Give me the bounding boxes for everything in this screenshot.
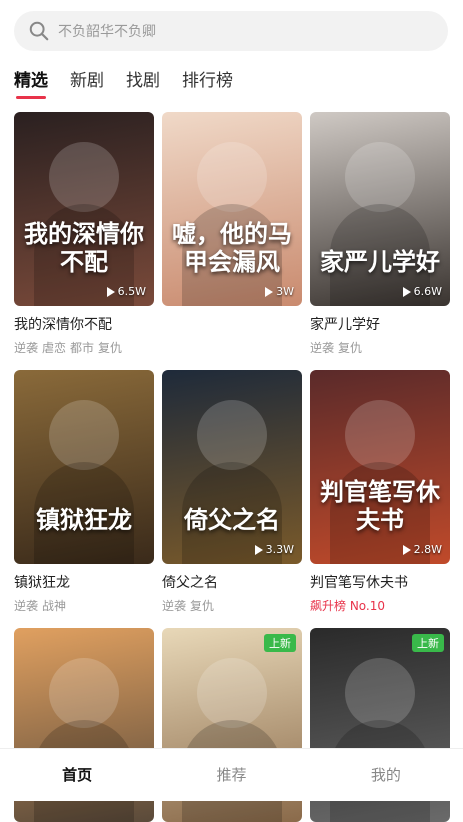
poster-title-art: 嘘，他的马甲会漏风 [172, 219, 292, 276]
genre-tag: 逆袭 [162, 599, 187, 613]
play-icon [265, 286, 274, 297]
search-bar[interactable]: 不负韶华不负卿 [14, 11, 448, 51]
genre-tag: 逆袭 [14, 599, 39, 613]
genre-tag: 都市 [70, 341, 95, 355]
genre-tag: 虐恋 [42, 341, 67, 355]
view-count: 3W [265, 285, 294, 298]
genre-tag: 战神 [42, 599, 67, 613]
view-count: 2.8W [402, 543, 442, 556]
play-icon [254, 544, 263, 555]
view-count: 6.6W [402, 285, 442, 298]
drama-tags: 逆袭 复仇 [162, 597, 302, 614]
drama-tags: 逆袭 虐恋 都市 复仇 [14, 339, 154, 356]
drama-card[interactable]: 我的深情你不配 6.5W 我的深情你不配 逆袭 虐恋 都市 复仇 [14, 112, 154, 356]
nav-recommend[interactable]: 推荐 [154, 749, 308, 801]
category-tabs: 精选 新剧 找剧 排行榜 [14, 66, 233, 99]
poster-figure [345, 142, 415, 212]
genre-tag: 复仇 [98, 341, 123, 355]
drama-title[interactable]: 倚父之名 [162, 572, 302, 592]
play-icon [106, 286, 115, 297]
view-count-text: 3W [276, 285, 294, 298]
genre-tag: 逆袭 [14, 341, 39, 355]
view-count-text: 6.6W [413, 285, 442, 298]
poster-figure [197, 142, 267, 212]
poster-title-art: 镇狱狂龙 [36, 505, 132, 534]
search-placeholder: 不负韶华不负卿 [58, 24, 156, 40]
poster-title-art: 倚父之名 [184, 505, 280, 534]
poster-figure [49, 142, 119, 212]
new-badge: 上新 [412, 634, 444, 652]
play-icon [402, 544, 411, 555]
drama-poster[interactable]: 倚父之名 3.3W [162, 370, 302, 564]
view-count: 3.3W [254, 543, 294, 556]
tab-new[interactable]: 新剧 [70, 66, 104, 99]
view-count-text: 6.5W [117, 285, 146, 298]
drama-tags: 逆袭 战神 [14, 597, 154, 614]
drama-poster[interactable]: 判官笔写休夫书 2.8W [310, 370, 450, 564]
drama-card[interactable]: 家严儿学好 6.6W 家严儿学好逆袭 复仇 [310, 112, 450, 356]
poster-title-art: 我的深情你不配 [24, 219, 144, 276]
drama-title[interactable]: 我的深情你不配 [14, 314, 154, 334]
play-icon [402, 286, 411, 297]
poster-figure [345, 400, 415, 470]
drama-poster[interactable]: 镇狱狂龙 [14, 370, 154, 564]
poster-figure [49, 400, 119, 470]
poster-title-art: 家严儿学好 [320, 247, 440, 276]
poster-title-art: 判官笔写休夫书 [320, 477, 440, 534]
drama-poster[interactable]: 我的深情你不配 6.5W [14, 112, 154, 306]
drama-poster[interactable]: 嘘，他的马甲会漏风 3W [162, 112, 302, 306]
tab-find[interactable]: 找剧 [126, 66, 160, 99]
poster-figure [345, 658, 415, 728]
drama-card[interactable]: 倚父之名 3.3W 倚父之名逆袭 复仇 [162, 370, 302, 614]
drama-card[interactable]: 嘘，他的马甲会漏风 3W [162, 112, 302, 306]
genre-tag: 逆袭 [310, 341, 335, 355]
drama-poster[interactable]: 家严儿学好 6.6W [310, 112, 450, 306]
drama-title[interactable]: 镇狱狂龙 [14, 572, 154, 592]
rank-label: 飙升榜 No.10 [310, 599, 386, 613]
drama-title[interactable]: 家严儿学好 [310, 314, 450, 334]
drama-tags: 逆袭 复仇 [310, 339, 450, 356]
new-badge: 上新 [264, 634, 296, 652]
tab-featured[interactable]: 精选 [14, 66, 48, 99]
poster-figure [197, 658, 267, 728]
bottom-nav: 首页 推荐 我的 [0, 748, 463, 801]
view-count-text: 2.8W [413, 543, 442, 556]
genre-tag: 复仇 [190, 599, 215, 613]
tab-ranking[interactable]: 排行榜 [182, 66, 233, 99]
search-icon [29, 21, 49, 41]
nav-home[interactable]: 首页 [0, 749, 154, 801]
genre-tag: 复仇 [338, 341, 363, 355]
poster-figure [49, 658, 119, 728]
view-count-text: 3.3W [265, 543, 294, 556]
drama-title[interactable]: 判官笔写休夫书 [310, 572, 450, 592]
view-count: 6.5W [106, 285, 146, 298]
nav-mine[interactable]: 我的 [309, 749, 463, 801]
drama-card[interactable]: 判官笔写休夫书 2.8W 判官笔写休夫书飙升榜 No.10 [310, 370, 450, 614]
poster-figure [197, 400, 267, 470]
drama-card[interactable]: 镇狱狂龙 镇狱狂龙 逆袭 战神 [14, 370, 154, 614]
